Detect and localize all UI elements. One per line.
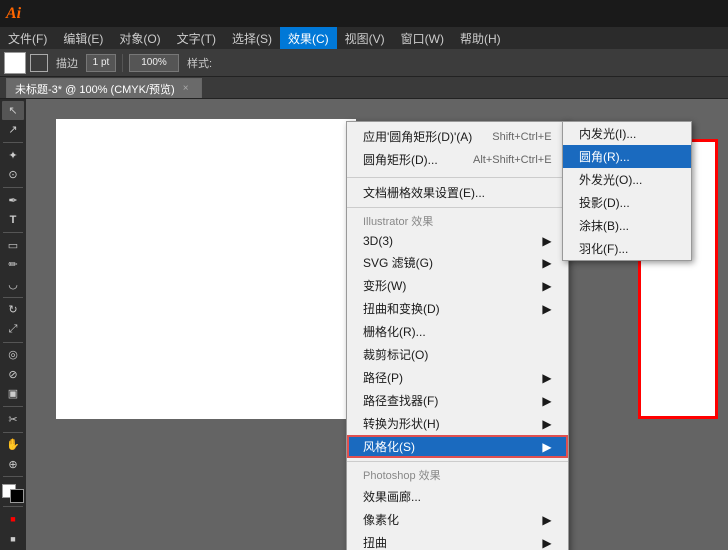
document-raster-item[interactable]: 文档栅格效果设置(E)... — [347, 181, 568, 204]
effect-convert-item[interactable]: 转换为形状(H) ▶ — [347, 412, 568, 435]
round-rect-item[interactable]: 圆角矩形(D)... Alt+Shift+Ctrl+E — [347, 148, 568, 171]
photoshop-section-label: Photoshop 效果 — [347, 465, 568, 485]
main-area: ↖ ↗ ✦ ⊙ ✒ T ▭ ✏ ◡ ↻ ⤢ ◎ ⊘ ▣ ✂ ✋ ⊕ ■ ■ — [0, 99, 728, 550]
tool-direct-select[interactable]: ↗ — [2, 121, 24, 140]
menu-view[interactable]: 视图(V) — [337, 27, 393, 49]
tab-close-button[interactable]: × — [183, 83, 189, 94]
effect-menu: 应用'圆角矩形(D)'(A) Shift+Ctrl+E 圆角矩形(D)... A… — [346, 121, 569, 550]
menu-select[interactable]: 选择(S) — [224, 27, 280, 49]
tool-rotate[interactable]: ↻ — [2, 300, 24, 319]
tools-separator-4 — [3, 297, 23, 298]
tools-separator-9 — [3, 506, 23, 507]
stroke-value[interactable]: 1 pt — [86, 54, 116, 72]
menu-object[interactable]: 对象(O) — [111, 27, 168, 49]
tools-separator-6 — [3, 406, 23, 407]
ps-distort-item[interactable]: 扭曲 ▶ — [347, 531, 568, 550]
drop-shadow-item[interactable]: 投影(D)... — [563, 191, 691, 214]
tool-select[interactable]: ↖ — [2, 101, 24, 120]
toolbar: 描边 1 pt 100% 样式: — [0, 49, 728, 77]
effect-warp-item[interactable]: 变形(W) ▶ — [347, 274, 568, 297]
color-boxes[interactable] — [2, 484, 24, 503]
style-label: 样式: — [183, 55, 216, 71]
effect-pathfinder-item[interactable]: 路径查找器(F) ▶ — [347, 389, 568, 412]
tool-blend[interactable]: ◎ — [2, 345, 24, 364]
ps-gallery-item[interactable]: 效果画廊... — [347, 485, 568, 508]
inner-glow-item[interactable]: 内发光(I)... — [563, 122, 691, 145]
stroke-label: 描边 — [52, 55, 82, 71]
effect-distort-item[interactable]: 扭曲和变换(D) ▶ — [347, 297, 568, 320]
tools-separator-2 — [3, 187, 23, 188]
effect-3d-item[interactable]: 3D(3) ▶ — [347, 231, 568, 251]
menu-edit[interactable]: 编辑(E) — [55, 27, 111, 49]
document-tab[interactable]: 未标题-3* @ 100% (CMYK/预览) × — [6, 78, 202, 98]
tool-pen[interactable]: ✒ — [2, 191, 24, 210]
toolbar-separator — [122, 54, 123, 72]
menu-help[interactable]: 帮助(H) — [452, 27, 509, 49]
tool-reset-colors[interactable]: ■ — [2, 529, 24, 548]
tool-text[interactable]: T — [2, 211, 24, 230]
tool-eyedrop[interactable]: ⊘ — [2, 365, 24, 384]
tool-hand[interactable]: ✋ — [2, 435, 24, 454]
scribble-item[interactable]: 涂抹(B)... — [563, 214, 691, 237]
effect-rasterize-item[interactable]: 栅格化(R)... — [347, 320, 568, 343]
illustrator-section-label: Illustrator 效果 — [347, 211, 568, 231]
tool-rect[interactable]: ▭ — [2, 236, 24, 255]
effect-path-item[interactable]: 路径(P) ▶ — [347, 366, 568, 389]
tool-scale[interactable]: ⤢ — [2, 320, 24, 339]
apply-round-rect-item[interactable]: 应用'圆角矩形(D)'(A) Shift+Ctrl+E — [347, 125, 568, 148]
menu-window[interactable]: 窗口(W) — [393, 27, 452, 49]
tool-zoom[interactable]: ⊕ — [2, 455, 24, 474]
round-corners-item[interactable]: 圆角(R)... — [563, 145, 691, 168]
menu-bar: 文件(F) 编辑(E) 对象(O) 文字(T) 选择(S) 效果(C) 视图(V… — [0, 27, 728, 49]
canvas-document — [56, 119, 356, 419]
tools-separator-1 — [3, 142, 23, 143]
tools-separator-8 — [3, 476, 23, 477]
background-color[interactable] — [10, 489, 24, 503]
canvas-area: 应用'圆角矩形(D)'(A) Shift+Ctrl+E 圆角矩形(D)... A… — [26, 99, 728, 550]
menu-divider-2 — [347, 207, 568, 208]
outer-glow-item[interactable]: 外发光(O)... — [563, 168, 691, 191]
effect-menu-top-section: 应用'圆角矩形(D)'(A) Shift+Ctrl+E 圆角矩形(D)... A… — [347, 122, 568, 174]
menu-divider-1 — [347, 177, 568, 178]
tools-separator-7 — [3, 432, 23, 433]
tool-magic-wand[interactable]: ✦ — [2, 146, 24, 165]
menu-text[interactable]: 文字(T) — [169, 27, 224, 49]
zoom-value[interactable]: 100% — [129, 54, 179, 72]
effect-svg-item[interactable]: SVG 滤镜(G) ▶ — [347, 251, 568, 274]
title-bar: Ai — [0, 0, 728, 27]
tool-brush[interactable]: ◡ — [2, 275, 24, 294]
effect-crop-marks-item[interactable]: 裁剪标记(O) — [347, 343, 568, 366]
tool-swap[interactable]: ■ — [2, 510, 24, 529]
tools-panel: ↖ ↗ ✦ ⊙ ✒ T ▭ ✏ ◡ ↻ ⤢ ◎ ⊘ ▣ ✂ ✋ ⊕ ■ ■ — [0, 99, 26, 550]
tool-lasso[interactable]: ⊙ — [2, 166, 24, 185]
ps-pixelate-item[interactable]: 像素化 ▶ — [347, 508, 568, 531]
tools-separator-3 — [3, 232, 23, 233]
tool-pencil[interactable]: ✏ — [2, 255, 24, 274]
tab-bar: 未标题-3* @ 100% (CMYK/预览) × — [0, 77, 728, 99]
stroke-color-preview — [4, 52, 26, 74]
effect-stylize-item[interactable]: 风格化(S) ▶ — [347, 435, 568, 458]
menu-effect[interactable]: 效果(C) — [280, 27, 337, 49]
menu-file[interactable]: 文件(F) — [0, 27, 55, 49]
tools-separator-5 — [3, 342, 23, 343]
tab-label: 未标题-3* @ 100% (CMYK/预览) — [15, 81, 175, 97]
tool-gradient[interactable]: ▣ — [2, 385, 24, 404]
feather-item[interactable]: 羽化(F)... — [563, 237, 691, 260]
tool-scissors[interactable]: ✂ — [2, 410, 24, 429]
stylize-submenu: 内发光(I)... 圆角(R)... 外发光(O)... 投影(D)... 涂抹… — [562, 121, 692, 261]
ai-logo: Ai — [6, 5, 21, 23]
menu-divider-3 — [347, 461, 568, 462]
rect-tool-icon — [30, 54, 48, 72]
